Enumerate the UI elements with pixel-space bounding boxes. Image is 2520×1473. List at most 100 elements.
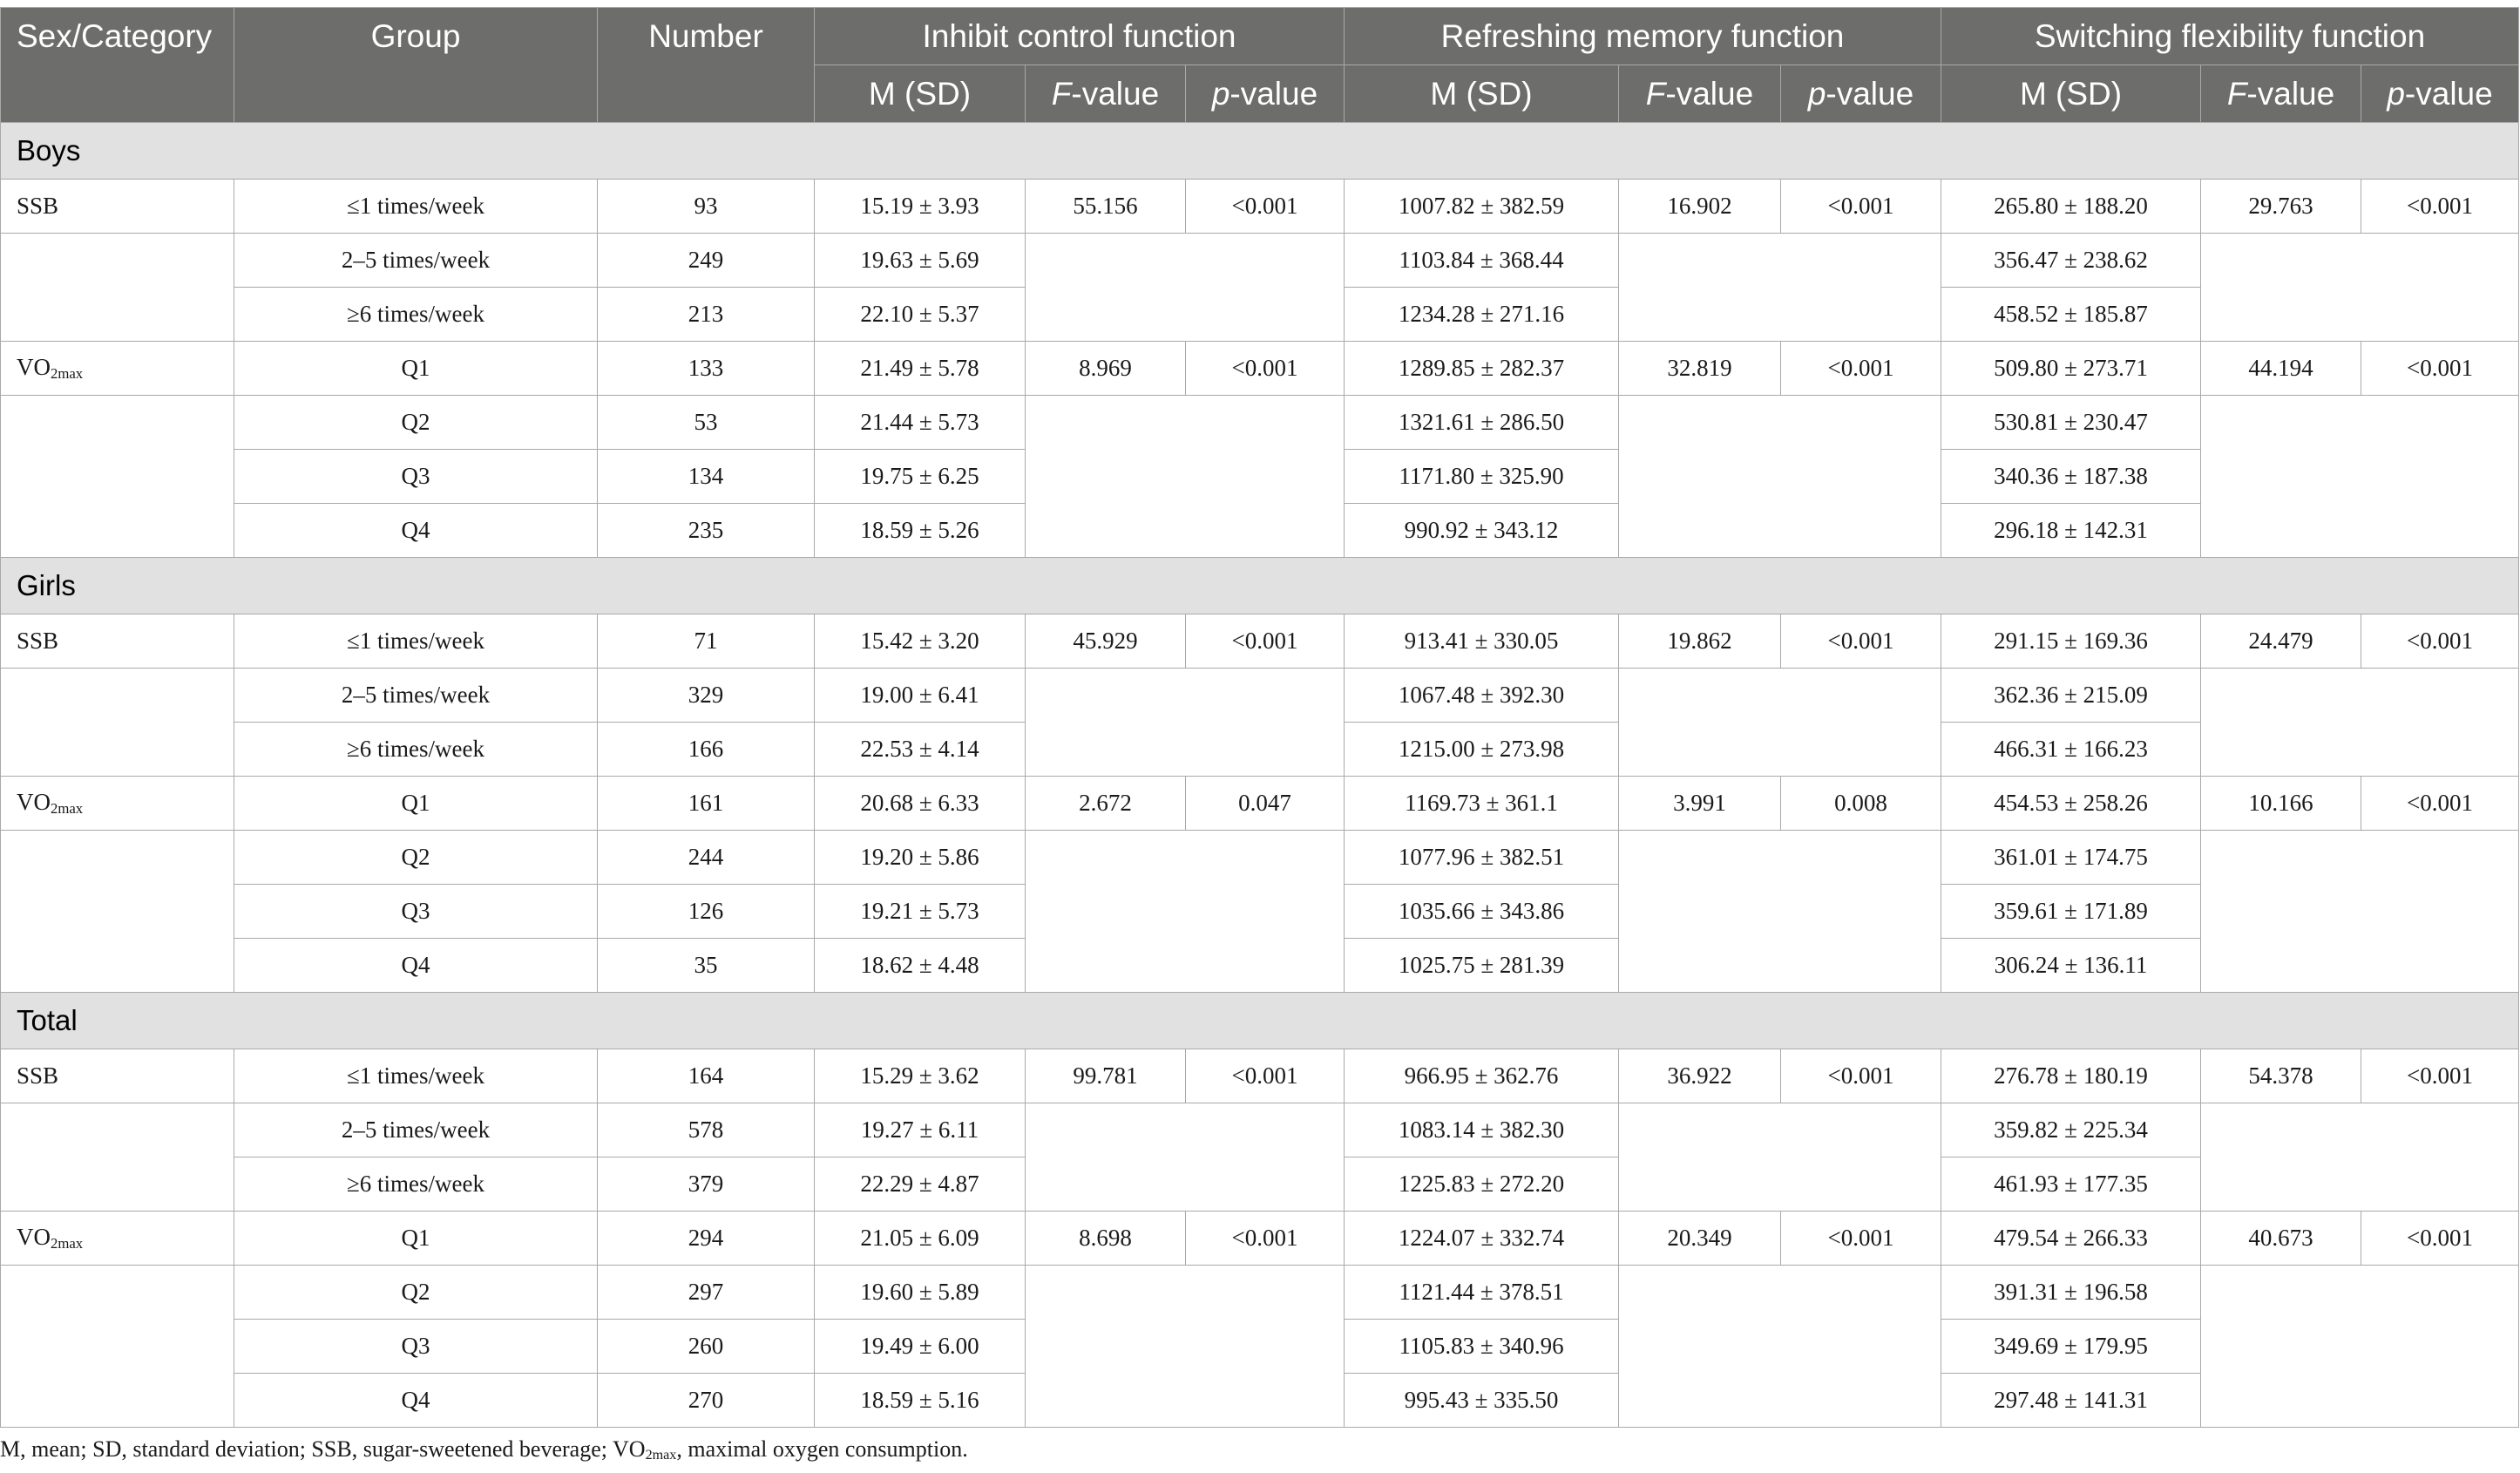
inhibit-msd-cell: 19.63 ± 5.69 [814, 233, 1026, 288]
subheader-inhibit-msd: M (SD) [814, 64, 1026, 123]
switch-stats-blank [2200, 395, 2520, 558]
inhibit-msd-cell: 15.19 ± 3.93 [814, 179, 1026, 234]
number-cell: 270 [597, 1373, 815, 1428]
switch-msd-cell: 461.93 ± 177.35 [1941, 1157, 2202, 1212]
category-label: VO [17, 789, 51, 815]
refresh-stats-blank [1617, 233, 1942, 342]
group-cell: ≤1 times/week [234, 1049, 598, 1103]
footnote-subscript: 2max [645, 1448, 677, 1463]
category-blank-cell [0, 830, 234, 993]
section-label: Boys [0, 122, 2520, 180]
inhibit-msd-cell: 21.05 ± 6.09 [814, 1211, 1026, 1266]
inhibit-p-cell: <0.001 [1185, 179, 1345, 234]
refresh-msd-cell: 995.43 ± 335.50 [1344, 1373, 1619, 1428]
category-subscript: 2max [51, 1235, 84, 1252]
inhibit-p-cell: <0.001 [1185, 614, 1345, 669]
switch-msd-cell: 391.31 ± 196.58 [1941, 1265, 2202, 1320]
refresh-msd-cell: 1225.83 ± 272.20 [1344, 1157, 1619, 1212]
inhibit-msd-cell: 21.49 ± 5.78 [814, 341, 1026, 396]
refresh-p-cell: 0.008 [1779, 776, 1942, 831]
category-label: SSB [17, 628, 59, 654]
table-footnote: M, mean; SD, standard deviation; SSB, su… [0, 1436, 968, 1463]
refresh-msd-cell: 1083.14 ± 382.30 [1344, 1103, 1619, 1157]
switch-msd-cell: 276.78 ± 180.19 [1941, 1049, 2202, 1103]
inhibit-msd-cell: 19.27 ± 6.11 [814, 1103, 1026, 1157]
refresh-msd-cell: 913.41 ± 330.05 [1344, 614, 1619, 669]
refresh-p-cell: <0.001 [1779, 1049, 1942, 1103]
group-cell: Q4 [234, 938, 598, 993]
f-letter: F [1645, 75, 1666, 112]
group-cell: ≥6 times/week [234, 722, 598, 777]
number-cell: 161 [597, 776, 815, 831]
category-cell: VO2max [0, 1211, 234, 1266]
header-switching-flexibility: Switching flexibility function [1941, 7, 2520, 65]
switch-p-cell: <0.001 [2361, 1049, 2520, 1103]
category-label: VO [17, 1224, 51, 1250]
inhibit-stats-blank [1025, 1265, 1345, 1428]
refresh-stats-blank [1617, 1103, 1942, 1212]
category-blank-cell [0, 233, 234, 342]
section-row: Girls [0, 557, 2520, 614]
refresh-stats-blank [1617, 830, 1942, 993]
header-refreshing-memory: Refreshing memory function [1343, 7, 1942, 65]
number-cell: 71 [597, 614, 815, 669]
inhibit-msd-cell: 19.75 ± 6.25 [814, 449, 1026, 504]
refresh-msd-cell: 1215.00 ± 273.98 [1344, 722, 1619, 777]
inhibit-f-cell: 8.969 [1025, 341, 1186, 396]
category-blank-cell [0, 395, 234, 558]
header-group: Group [234, 7, 598, 123]
number-cell: 53 [597, 395, 815, 450]
section-label: Total [0, 992, 2520, 1049]
inhibit-msd-cell: 22.29 ± 4.87 [814, 1157, 1026, 1212]
inhibit-msd-cell: 19.49 ± 6.00 [814, 1319, 1026, 1374]
table-row: Q2 244 19.20 ± 5.86 1077.96 ± 382.51 361.01 … [0, 830, 2520, 993]
f-letter: F [2226, 75, 2247, 112]
number-cell: 213 [597, 287, 815, 342]
group-cell: Q2 [234, 1265, 598, 1320]
switch-msd-cell: 340.36 ± 187.38 [1941, 449, 2202, 504]
number-cell: 133 [597, 341, 815, 396]
table-row: 2–5 times/week 249 19.63 ± 5.69 1103.84 ± 3… [0, 233, 2520, 342]
group-cell: 2–5 times/week [234, 668, 598, 723]
number-cell: 260 [597, 1319, 815, 1374]
f-letter: F [1051, 75, 1072, 112]
switch-msd-cell: 359.61 ± 171.89 [1941, 884, 2202, 939]
subheader-switch-msd: M (SD) [1941, 64, 2202, 123]
number-cell: 134 [597, 449, 815, 504]
refresh-f-cell: 36.922 [1618, 1049, 1781, 1103]
group-cell: ≤1 times/week [234, 179, 598, 234]
table-row: SSB ≤1 times/week 164 15.29 ± 3.62 99.781 <0.… [0, 1049, 2520, 1103]
switch-msd-cell: 454.53 ± 258.26 [1941, 776, 2202, 831]
number-cell: 294 [597, 1211, 815, 1266]
refresh-msd-cell: 1067.48 ± 392.30 [1344, 668, 1619, 723]
refresh-msd-cell: 1224.07 ± 332.74 [1344, 1211, 1619, 1266]
category-blank-cell [0, 1103, 234, 1212]
switch-p-cell: <0.001 [2361, 776, 2520, 831]
category-cell: SSB [0, 1049, 234, 1103]
switch-msd-cell: 458.52 ± 185.87 [1941, 287, 2202, 342]
refresh-msd-cell: 1103.84 ± 368.44 [1344, 233, 1619, 288]
refresh-stats-blank [1617, 395, 1942, 558]
number-cell: 329 [597, 668, 815, 723]
switch-msd-cell: 362.36 ± 215.09 [1941, 668, 2202, 723]
refresh-msd-cell: 990.92 ± 343.12 [1344, 503, 1619, 558]
inhibit-msd-cell: 21.44 ± 5.73 [814, 395, 1026, 450]
switch-f-cell: 40.673 [2200, 1211, 2362, 1266]
table-row: 2–5 times/week 578 19.27 ± 6.11 1083.14 ± 3… [0, 1103, 2520, 1212]
p-suffix: -value [2404, 75, 2493, 112]
category-blank-cell [0, 668, 234, 777]
inhibit-f-cell: 55.156 [1025, 179, 1186, 234]
refresh-msd-cell: 1035.66 ± 343.86 [1344, 884, 1619, 939]
refresh-stats-blank [1617, 1265, 1942, 1428]
category-cell: VO2max [0, 776, 234, 831]
group-cell: Q1 [234, 341, 598, 396]
group-cell: Q2 [234, 395, 598, 450]
footnote-text-before: M, mean; SD, standard deviation; SSB, su… [0, 1436, 646, 1462]
table-row: VO2max Q1 133 21.49 ± 5.78 8.969 <0.001 1289.8… [0, 341, 2520, 396]
number-cell: 166 [597, 722, 815, 777]
table-row: SSB ≤1 times/week 71 15.42 ± 3.20 45.929 <0.0… [0, 614, 2520, 669]
number-cell: 93 [597, 179, 815, 234]
table-row: Q2 297 19.60 ± 5.89 1121.44 ± 378.51 391.31 … [0, 1265, 2520, 1428]
f-suffix: -value [2246, 75, 2335, 112]
switch-msd-cell: 291.15 ± 169.36 [1941, 614, 2202, 669]
